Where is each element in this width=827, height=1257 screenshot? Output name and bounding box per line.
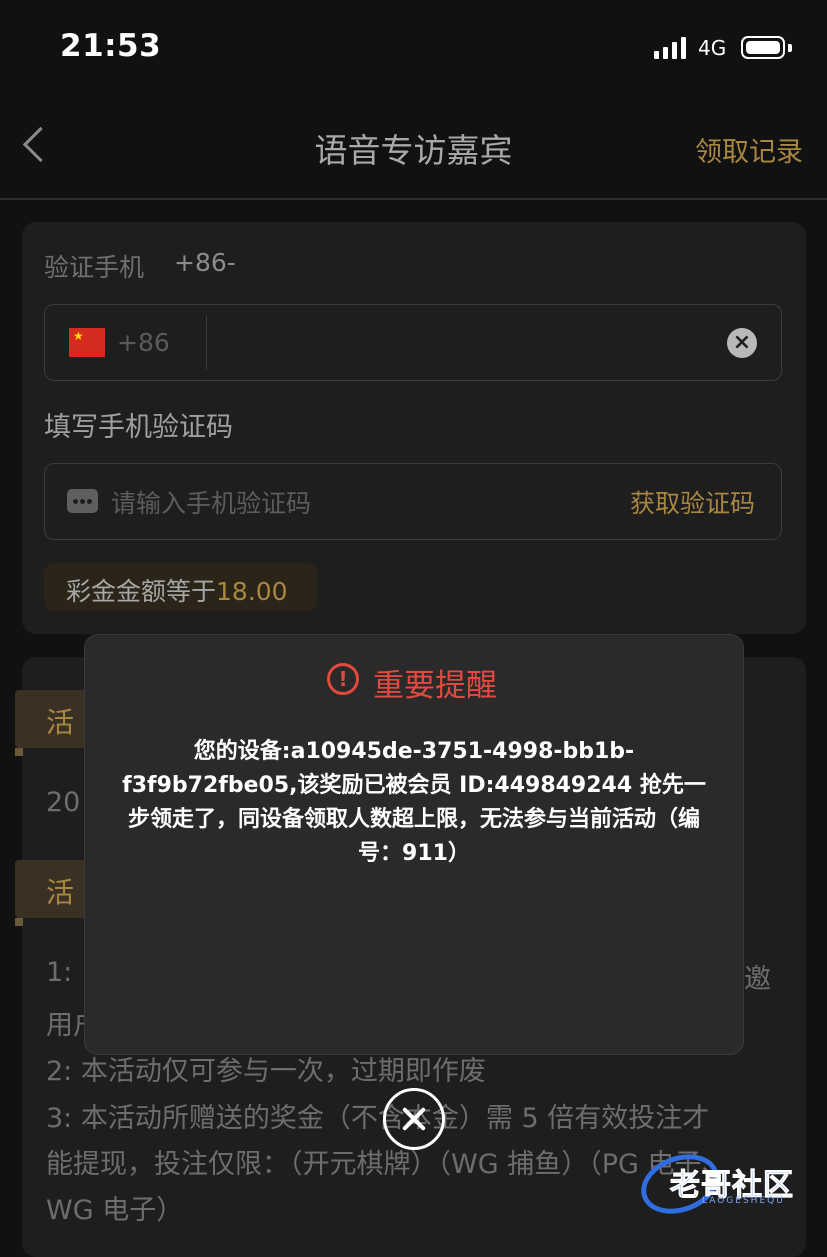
country-code[interactable]: +86 [117, 328, 170, 357]
rule-1-num: 1: [46, 957, 73, 988]
china-flag-icon[interactable]: ★ [69, 328, 105, 357]
watermark-logo: 老哥社区 LAOGESHEQU [632, 1144, 820, 1224]
warning-icon: ! [327, 663, 359, 695]
dialog-title: 重要提醒 [373, 668, 497, 704]
clear-icon[interactable]: × [727, 328, 757, 358]
rule-3-line3: WG 电子） [46, 1195, 184, 1226]
message-icon [67, 489, 98, 513]
rule-3-line1: 3: 本活动所赠送的奖金（不含本金）需 5 倍有效投注才 [46, 1103, 710, 1134]
dialog-message: 您的设备:a10945de-3751-4998-bb1b-f3f9b72fbe0… [122, 739, 706, 866]
verify-phone-label: 验证手机 [44, 253, 145, 282]
get-code-button[interactable]: 获取验证码 [630, 484, 755, 520]
battery-tip [788, 44, 792, 52]
rule-1-tail: 邀 [744, 964, 771, 995]
section-tag-label: 活 [46, 876, 75, 909]
sms-code-label: 填写手机验证码 [44, 412, 233, 443]
nav-divider [0, 198, 827, 200]
amount-text: 彩金金额等于18.00 [66, 577, 288, 606]
input-separator [206, 316, 207, 370]
sms-code-placeholder[interactable]: 请输入手机验证码 [111, 484, 311, 520]
signal-icon [654, 37, 686, 59]
claim-records-link[interactable]: 领取记录 [695, 130, 803, 169]
tag-fold [15, 748, 23, 756]
verify-phone-value: +86- [174, 248, 236, 277]
amount-value: 18.00 [216, 577, 288, 606]
section-tag-label: 活 [46, 706, 75, 739]
status-time: 21:53 [60, 28, 162, 64]
close-dialog-button[interactable] [383, 1088, 445, 1150]
activity-date-fragment: 20 [46, 787, 81, 818]
tag-fold [15, 918, 23, 926]
rule-3-line2: 能提现，投注仅限：（开元棋牌）（WG 捕鱼）（PG 电子、 [46, 1149, 729, 1180]
battery-icon [741, 36, 785, 59]
network-type: 4G [698, 36, 727, 60]
